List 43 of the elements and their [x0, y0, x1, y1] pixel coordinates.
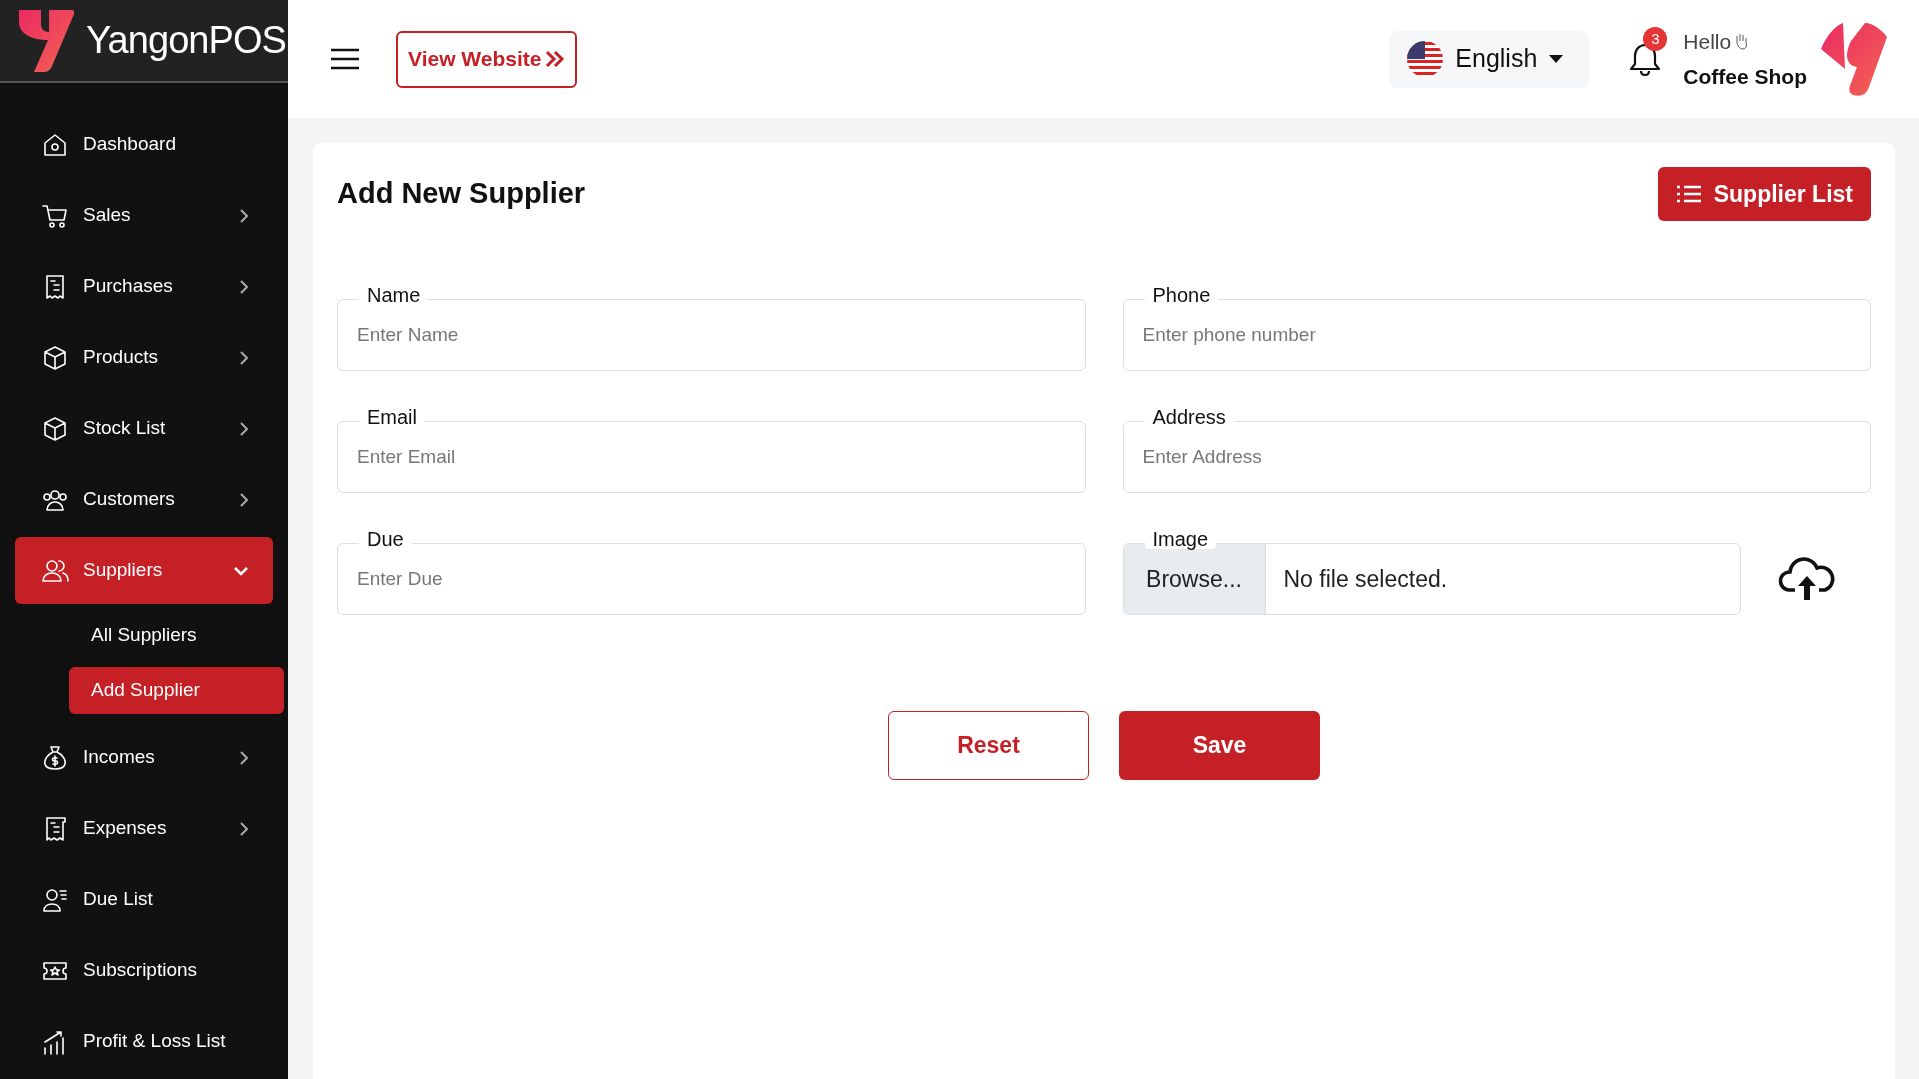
- greeting: Hello: [1683, 28, 1732, 55]
- sidebar-item[interactable]: Stock List: [15, 395, 273, 462]
- sidebar-item[interactable]: Incomes: [15, 724, 273, 791]
- notification-badge: 3: [1643, 27, 1668, 51]
- field-label: Name: [359, 285, 429, 305]
- field-label: Address: [1144, 407, 1234, 427]
- sidebar-item[interactable]: Products: [15, 324, 273, 391]
- form-button[interactable]: Reset: [888, 711, 1089, 780]
- money-bag-icon: [41, 743, 69, 772]
- avatar-logo-icon[interactable]: [1819, 21, 1889, 97]
- submenu-item[interactable]: All Suppliers: [69, 612, 284, 659]
- field-label: Email: [359, 407, 425, 427]
- sidebar-item[interactable]: Expenses: [15, 795, 273, 862]
- sidebar-item[interactable]: Purchases: [15, 253, 273, 320]
- field-label: Due: [359, 529, 412, 549]
- language-dropdown[interactable]: English: [1389, 30, 1590, 88]
- box-icon: [41, 414, 69, 443]
- sidebar-item[interactable]: Subscriptions: [15, 937, 273, 1004]
- field-label: Phone: [1144, 285, 1219, 305]
- form-button[interactable]: Save: [1119, 711, 1320, 780]
- supplier-list-button[interactable]: Supplier List: [1657, 167, 1871, 221]
- page-title: Add New Supplier: [337, 176, 586, 212]
- sidebar-item[interactable]: Dashboard: [15, 111, 273, 178]
- dropdown-caret-icon: [1549, 55, 1564, 63]
- view-website-link[interactable]: View Website: [396, 30, 578, 88]
- sidebar-item[interactable]: Profit & Loss List: [15, 1008, 273, 1075]
- sidebar-item[interactable]: Sales: [15, 182, 273, 249]
- field-label: Image: [1144, 529, 1217, 549]
- logo-icon: [18, 9, 74, 72]
- file-status: No file selected.: [1282, 564, 1448, 594]
- us-flag-icon: [1407, 41, 1444, 77]
- menu-icon[interactable]: [330, 48, 360, 70]
- brand-name: YangonPOS: [86, 18, 286, 63]
- sidebar-item[interactable]: Due List: [15, 866, 273, 933]
- box-icon: [41, 343, 69, 372]
- upload-cloud-icon[interactable]: [1777, 556, 1837, 602]
- double-chevron-icon: [545, 50, 566, 68]
- user-name: Coffee Shop: [1683, 64, 1807, 90]
- sidebar-item[interactable]: Customers: [15, 466, 273, 533]
- sidebar-item[interactable]: Suppliers: [15, 537, 273, 604]
- waving-hand-icon: [1733, 32, 1750, 51]
- list-icon: [1675, 184, 1702, 204]
- submenu-item[interactable]: Add Supplier: [69, 667, 284, 714]
